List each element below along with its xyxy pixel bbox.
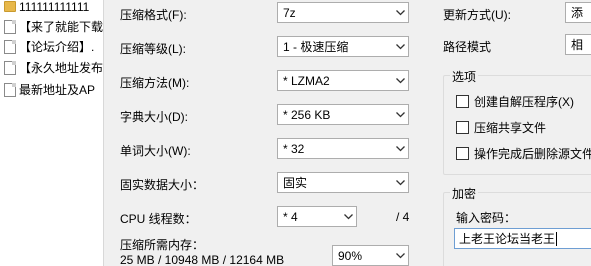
password-label: 输入密码：: [456, 211, 517, 225]
level-select[interactable]: 1 - 极速压缩: [277, 36, 409, 57]
format-value: 7z: [283, 5, 296, 20]
solid-size-value: 固实: [283, 176, 308, 190]
word-size-label: 单词大小(W):: [120, 144, 191, 158]
checkbox-shared-files[interactable]: [456, 121, 469, 134]
password-input[interactable]: 上老王论坛当老王: [454, 228, 591, 249]
checkbox-self-extract[interactable]: [456, 95, 469, 108]
memory-percent-value: 90%: [338, 248, 363, 263]
path-mode-value: 相: [571, 38, 584, 52]
compression-dialog: 压缩格式(F): 7z 压缩等级(L): 1 - 极速压缩 压缩方法(M): *…: [104, 0, 591, 266]
file-list-item[interactable]: 【来了就能下载: [4, 18, 104, 35]
options-group-title: 选项: [450, 68, 479, 85]
cpu-threads-label: CPU 线程数：: [120, 212, 197, 226]
solid-size-label: 固实数据大小：: [120, 178, 205, 192]
memory-percent-select[interactable]: 90%: [332, 245, 409, 266]
path-mode-select[interactable]: 相: [565, 34, 591, 55]
solid-size-select[interactable]: 固实: [277, 172, 409, 193]
password-value: 上老王论坛当老王: [459, 232, 556, 246]
format-label: 压缩格式(F):: [120, 8, 187, 22]
option-delete-source-label: 操作完成后删除源文件: [474, 147, 591, 161]
memory-values: 25 MB / 10948 MB / 12164 MB: [120, 253, 285, 266]
chevron-down-icon: [392, 173, 408, 192]
option-delete-source[interactable]: 操作完成后删除源文件: [456, 145, 591, 162]
word-size-value: * 32: [283, 141, 305, 156]
text-caret: [556, 231, 558, 246]
method-label: 压缩方法(M):: [120, 76, 190, 90]
path-mode-label: 路径模式: [443, 40, 492, 54]
file-name: 【论坛介绍】.: [19, 40, 95, 54]
file-name: 【来了就能下载: [19, 20, 104, 34]
cpu-threads-select[interactable]: * 4: [277, 206, 357, 227]
word-size-select[interactable]: * 32: [277, 138, 409, 159]
method-value: * LZMA2: [283, 73, 330, 88]
update-mode-label: 更新方式(U):: [443, 8, 511, 22]
dictionary-label: 字典大小(D):: [120, 110, 188, 124]
file-list-item[interactable]: 【论坛介绍】.: [4, 38, 104, 55]
file-icon: [4, 19, 16, 34]
option-self-extract[interactable]: 创建自解压程序(X): [456, 93, 574, 110]
folder-icon: [4, 1, 16, 12]
cpu-threads-total: / 4: [396, 210, 410, 224]
option-shared-files-label: 压缩共享文件: [474, 121, 547, 135]
file-name: 最新地址及AP: [19, 83, 96, 97]
chevron-down-icon: [340, 207, 356, 226]
dictionary-value: * 256 KB: [283, 107, 331, 122]
memory-label: 压缩所需内存：: [120, 238, 205, 252]
chevron-down-icon: [392, 37, 408, 56]
file-name: 111111111111: [19, 0, 90, 14]
chevron-down-icon: [392, 71, 408, 90]
file-list-item[interactable]: 最新地址及AP: [4, 81, 104, 98]
chevron-down-icon: [392, 139, 408, 158]
file-list-item[interactable]: 【永久地址发布: [4, 59, 104, 76]
method-select[interactable]: * LZMA2: [277, 70, 409, 91]
update-mode-select[interactable]: 添: [565, 2, 591, 23]
option-shared-files[interactable]: 压缩共享文件: [456, 119, 546, 136]
chevron-down-icon: [392, 105, 408, 124]
encryption-group-title: 加密: [450, 185, 479, 202]
file-name: 【永久地址发布: [19, 61, 104, 75]
format-select[interactable]: 7z: [277, 2, 409, 23]
file-list-item[interactable]: 111111111111: [4, 0, 104, 15]
cpu-threads-value: * 4: [283, 209, 298, 224]
level-value: 1 - 极速压缩: [283, 40, 349, 54]
file-list-panel: 111111111111 【来了就能下载 【论坛介绍】. 【永久地址发布 最新地…: [0, 0, 104, 266]
chevron-down-icon: [392, 3, 408, 22]
level-label: 压缩等级(L):: [120, 42, 187, 56]
checkbox-delete-source[interactable]: [456, 147, 469, 160]
chevron-down-icon: [392, 246, 408, 265]
file-icon: [4, 82, 16, 97]
file-icon: [4, 60, 16, 75]
file-icon: [4, 39, 16, 54]
option-self-extract-label: 创建自解压程序(X): [474, 95, 574, 109]
update-mode-value: 添: [571, 6, 584, 20]
dictionary-select[interactable]: * 256 KB: [277, 104, 409, 125]
